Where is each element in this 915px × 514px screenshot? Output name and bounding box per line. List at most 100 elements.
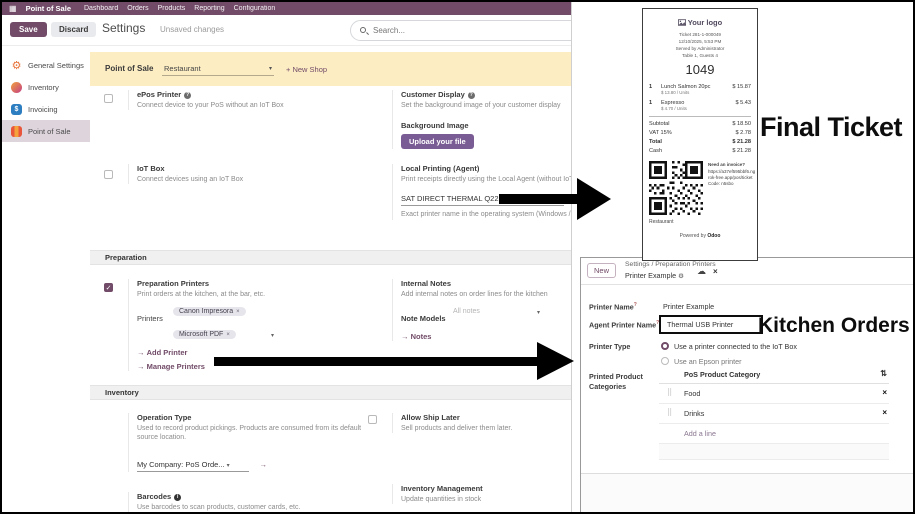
kitchen-orders-label: Kitchen Orders	[758, 314, 910, 338]
sidebar-item-point-of-sale[interactable]: Point of Sale	[2, 120, 90, 142]
setting-desc: Print receipts directly using the Local …	[401, 175, 572, 184]
setting-title: IoT Box	[137, 164, 378, 173]
printer-tag[interactable]: Canon Impresora×	[173, 307, 246, 316]
radio-epson-printer[interactable]	[661, 357, 669, 365]
internal-notes-setting: Internal Notes Add internal notes on ord…	[392, 279, 572, 341]
setting-title: Inventory Management	[401, 484, 572, 493]
discard-record-icon[interactable]: ×	[713, 267, 718, 276]
arrow-shaft	[499, 194, 579, 204]
chevron-down-icon[interactable]: ▾	[271, 332, 274, 339]
setting-title: Local Printing (Agent)	[401, 164, 572, 173]
gear-icon[interactable]: ⚙	[678, 273, 684, 280]
delete-row-icon[interactable]: ×	[882, 408, 887, 417]
shop-select[interactable]: Restaurant ▾	[162, 62, 274, 76]
sidebar-item-invoicing[interactable]: $ Invoicing	[2, 98, 90, 120]
delete-row-icon[interactable]: ×	[882, 388, 887, 397]
receipt-served-by: Served by Administrator	[643, 46, 757, 53]
radio-iot-printer[interactable]	[661, 342, 669, 350]
receipt-shop-name: Restaurant	[649, 219, 751, 225]
iot-box-setting: IoT Box Connect devices using an IoT Box	[128, 164, 378, 184]
sidebar-item-general-settings[interactable]: ⚙ General Settings	[2, 54, 90, 76]
drag-handle-icon[interactable]: ⣿	[667, 408, 672, 416]
cloud-save-icon[interactable]: ☁	[697, 266, 706, 277]
sidebar-label: Point of Sale	[28, 127, 71, 136]
receipt-item: 1 Espresso $ 4.70 / Units $ 5.43	[649, 100, 751, 111]
setting-desc: Used to record product pickings. Product…	[137, 424, 372, 443]
nav-item-configuration[interactable]: Configuration	[234, 5, 276, 12]
nav-item-products[interactable]: Products	[158, 5, 186, 12]
preparation-printers-checkbox[interactable]: ✓	[104, 283, 113, 292]
search-input[interactable]	[373, 22, 572, 39]
category-row[interactable]: ⣿ Drinks ×	[659, 404, 889, 424]
notes-link[interactable]: → Notes	[401, 332, 572, 341]
remove-tag-icon[interactable]: ×	[236, 309, 240, 315]
new-shop-link[interactable]: + New Shop	[286, 65, 327, 74]
section-header-inventory: Inventory	[90, 385, 572, 400]
receipt-table: Table 1, Guests 4	[643, 53, 757, 60]
invoice-code: Code: n5sbo	[708, 181, 756, 187]
operation-type-setting: Operation Type Used to record product pi…	[128, 413, 378, 472]
nav-item-reporting[interactable]: Reporting	[194, 5, 224, 12]
operation-type-select[interactable]: My Company: PoS Orde... ▾	[137, 458, 249, 472]
odoo-app-window: ▦ Point of Sale Dashboard Orders Product…	[2, 2, 572, 512]
printer-name-value[interactable]: Printer Example	[663, 302, 714, 311]
upload-file-button[interactable]: Upload your file	[401, 134, 474, 149]
search-box[interactable]	[350, 20, 572, 41]
epos-printer-setting: ePos Printer? Connect device to your PoS…	[128, 90, 378, 110]
epos-printer-checkbox[interactable]	[104, 94, 113, 103]
setting-title: Barcodesi	[137, 492, 378, 501]
note-models-placeholder[interactable]: All notes	[453, 308, 480, 315]
setting-title: Customer Display?	[401, 90, 572, 99]
background-image-label: Background Image	[401, 121, 572, 130]
app-title[interactable]: Point of Sale	[26, 4, 71, 13]
invoice-url: https://a37ef595bbf6.ngrok-free.app/pos/…	[708, 169, 756, 182]
printer-tag[interactable]: Microsoft PDF×	[173, 330, 236, 339]
link-arrow-icon: →	[137, 362, 145, 371]
agent-printer-name-input[interactable]: Thermal USB Printer	[659, 315, 763, 334]
sidebar-item-inventory[interactable]: Inventory	[2, 76, 90, 98]
setting-desc: Use barcodes to scan products, customer …	[137, 503, 378, 512]
add-a-line-link[interactable]: Add a line	[659, 424, 889, 444]
qr-code	[649, 161, 703, 215]
sort-icon[interactable]: ⇅	[880, 369, 887, 378]
radio-iot-label[interactable]: Use a printer connected to the IoT Box	[674, 342, 797, 351]
agent-printer-name-label: Agent Printer Name?	[589, 320, 659, 329]
category-row[interactable]: ⣿ Food ×	[659, 384, 889, 404]
printers-field-label: Printers	[137, 314, 163, 323]
remove-tag-icon[interactable]: ×	[226, 332, 230, 338]
nav-item-orders[interactable]: Orders	[127, 5, 148, 12]
invoicing-icon: $	[11, 104, 22, 115]
receipt-total-row: Total$ 21.28	[649, 138, 751, 147]
breadcrumb-record[interactable]: Printer Example⚙	[625, 271, 684, 280]
form-header: New Settings / Preparation Printers Prin…	[581, 258, 914, 285]
chevron-down-icon[interactable]: ▾	[537, 309, 540, 316]
iot-box-checkbox[interactable]	[104, 170, 113, 179]
receipt-totals: Subtotal$ 18.50 VAT 15%$ 2.78 Total$ 21.…	[649, 116, 751, 157]
discard-button[interactable]: Discard	[51, 22, 96, 37]
allow-ship-later-checkbox[interactable]	[368, 415, 377, 424]
setting-desc: Connect device to your PoS without an Io…	[137, 101, 378, 110]
nav-item-dashboard[interactable]: Dashboard	[84, 5, 118, 12]
customer-display-setting: Customer Display? Set the background ima…	[392, 90, 572, 149]
radio-epson-label[interactable]: Use an Epson printer	[674, 357, 742, 366]
sidebar-label: General Settings	[28, 61, 84, 70]
setting-title: Operation Type	[137, 413, 378, 422]
setting-title: Preparation Printers	[137, 279, 378, 288]
info-icon[interactable]: i	[174, 494, 181, 501]
setting-desc: Update quantities in stock	[401, 495, 572, 504]
help-icon[interactable]: ?	[468, 92, 475, 99]
internal-link-icon[interactable]: →	[259, 460, 267, 469]
image-icon	[678, 19, 686, 26]
setting-desc: Sell products and deliver them later.	[401, 424, 572, 433]
allow-ship-later-setting: Allow Ship Later Sell products and deliv…	[392, 413, 572, 433]
receipt-total-row: Subtotal$ 18.50	[649, 120, 751, 129]
categories-table: PoS Product Category ⇅ ⣿ Food × ⣿ Drinks…	[659, 366, 889, 460]
drag-handle-icon[interactable]: ⣿	[667, 388, 672, 396]
help-icon[interactable]: ?	[184, 92, 191, 99]
apps-grid-icon[interactable]: ▦	[9, 5, 17, 13]
inventory-management-setting: Inventory Management Update quantities i…	[392, 484, 572, 504]
save-button[interactable]: Save	[10, 22, 47, 37]
receipt-meta: Ticket 281-1-000049 12/10/2025, 5:53 PM …	[643, 32, 757, 60]
barcodes-setting: Barcodesi Use barcodes to scan products,…	[128, 492, 378, 512]
new-button[interactable]: New	[587, 263, 616, 278]
